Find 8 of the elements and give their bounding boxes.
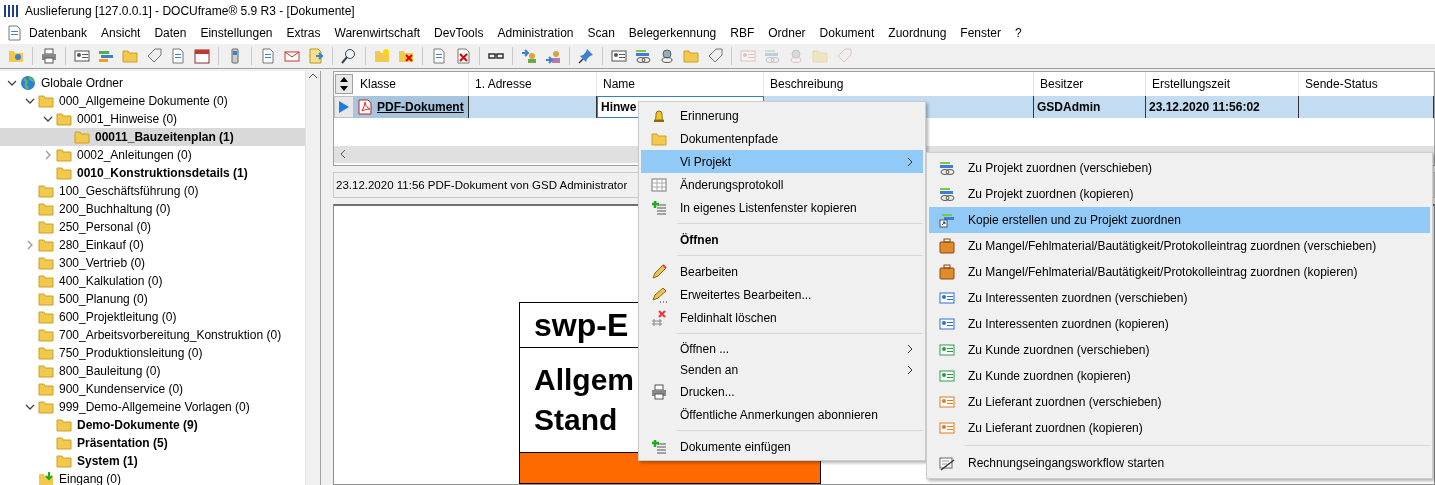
table-cell: PDF-Dokument <box>377 100 464 114</box>
preview-heading: Stand <box>534 402 618 438</box>
preview-heading: Allgem <box>534 362 635 398</box>
table-cell: GSDAdmin <box>1034 96 1146 118</box>
table-cell: 23.12.2020 11:56:02 <box>1146 96 1299 118</box>
window-title: Auslieferung [127.0.0.1] - DOCUframe® 5.9 R3 - [Dokumente] <box>25 4 355 18</box>
document-info: 23.12.2020 11:56 PDF-Dokument von GSD Administrator <box>336 178 628 191</box>
preview-title: swp-E <box>534 306 629 344</box>
